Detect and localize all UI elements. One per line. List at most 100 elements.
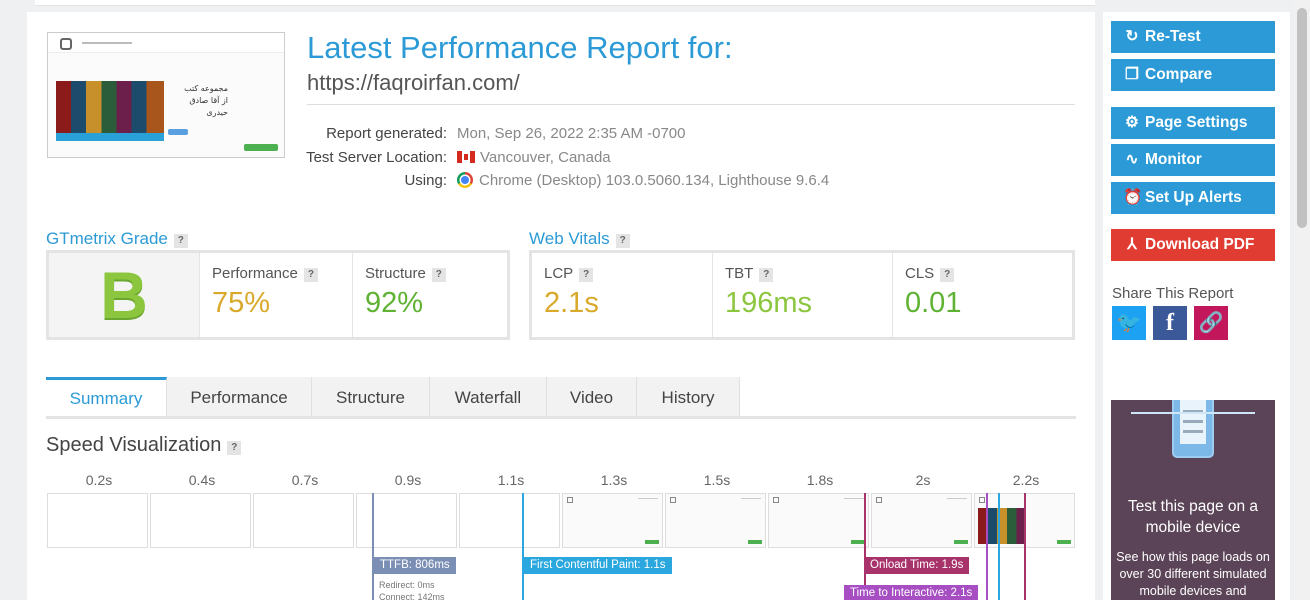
phone-screen-row xyxy=(1183,430,1203,433)
onload-marker-label: Onload Time: 1.9s xyxy=(864,557,970,574)
onload-marker-line xyxy=(864,493,866,600)
web-vitals-box: LCP? 2.1s TBT? 196ms CLS? 0.01 xyxy=(529,250,1075,340)
compare-button[interactable]: ❐ Compare xyxy=(1111,59,1275,91)
books-image xyxy=(56,81,164,139)
help-icon[interactable]: ? xyxy=(579,268,594,282)
ttfb-marker-line xyxy=(372,493,374,600)
timeline-tick: 1.5s xyxy=(703,472,731,488)
thumbnail-heading-line: از آقا صادق حیدری xyxy=(189,96,228,117)
timeline-tick: 0.7s xyxy=(291,472,319,488)
frame-badge xyxy=(954,540,968,544)
report-url[interactable]: https://faqroirfan.com/ xyxy=(307,70,520,96)
twitter-icon[interactable]: 🐦 xyxy=(1112,306,1146,340)
page-settings-button[interactable]: ⚙ Page Settings xyxy=(1111,107,1275,139)
button-label: Page Settings xyxy=(1145,114,1248,131)
meta-server-location: Test Server Location: Vancouver, Canada xyxy=(277,149,611,166)
timeline-tick: 0.4s xyxy=(188,472,216,488)
set-up-alerts-button[interactable]: ⏰ Set Up Alerts xyxy=(1111,182,1275,214)
timeline-tick: 1.3s xyxy=(600,472,628,488)
frame-badge xyxy=(851,540,865,544)
tab-history[interactable]: History xyxy=(637,377,740,416)
frame-logo-icon xyxy=(567,497,573,503)
filmstrip-frame[interactable] xyxy=(768,493,869,548)
interactive-marker-line xyxy=(986,493,988,600)
filmstrip-frame[interactable] xyxy=(871,493,972,548)
help-icon[interactable]: ? xyxy=(303,268,318,282)
meta-label: Report generated: xyxy=(326,125,447,142)
help-icon[interactable]: ? xyxy=(615,234,630,248)
frame-badge xyxy=(1057,540,1071,544)
frame-logo-icon xyxy=(670,497,676,503)
help-icon[interactable]: ? xyxy=(940,268,955,282)
link-icon[interactable]: 🔗 xyxy=(1194,306,1228,340)
download-pdf-button[interactable]: ⅄ Download PDF xyxy=(1111,229,1275,261)
gear-icon: ⚙ xyxy=(1125,114,1139,131)
tab-video[interactable]: Video xyxy=(547,377,637,416)
speed-visualization-title: Speed Visualization? xyxy=(46,434,242,457)
button-label: Compare xyxy=(1145,66,1213,83)
frame-badge xyxy=(645,540,659,544)
meta-label: Test Server Location: xyxy=(306,149,447,166)
phone-icon xyxy=(1172,400,1214,458)
structure-score: Structure? 92% xyxy=(352,253,507,337)
chrome-icon xyxy=(457,172,473,188)
help-icon[interactable]: ? xyxy=(227,441,242,455)
page-screenshot-thumbnail[interactable]: مجموعه کتب از آقا صادق حیدری xyxy=(47,32,285,158)
help-icon[interactable]: ? xyxy=(759,268,774,282)
monitor-button[interactable]: ∿ Monitor xyxy=(1111,144,1275,176)
filmstrip-frame[interactable] xyxy=(459,493,560,548)
metric-label-row: LCP? xyxy=(544,265,594,282)
tbt-metric: TBT? 196ms xyxy=(712,253,892,337)
pulse-icon: ∿ xyxy=(1125,151,1139,168)
thumbnail-heading: مجموعه کتب از آقا صادق حیدری xyxy=(168,83,228,119)
scrollbar-thumb[interactable] xyxy=(1297,8,1307,228)
scrollbar[interactable] xyxy=(1294,0,1310,600)
help-icon[interactable]: ? xyxy=(431,268,446,282)
filmstrip-frame[interactable] xyxy=(562,493,663,548)
ttfb-marker-label: TTFB: 806ms xyxy=(374,557,456,574)
canada-flag-icon xyxy=(457,151,475,163)
meta-using: Using: Chrome (Desktop) 103.0.5060.134, L… xyxy=(277,172,829,189)
fcp-marker-label: First Contentful Paint: 1.1s xyxy=(524,557,672,574)
gtmetrix-grade-box: B Performance? 75% Structure? 92% xyxy=(46,250,510,340)
metric-value: 75% xyxy=(212,287,271,319)
timeline-tick: 0.9s xyxy=(394,472,422,488)
metric-label: LCP xyxy=(544,265,574,282)
filmstrip-frame[interactable] xyxy=(665,493,766,548)
facebook-icon[interactable]: f xyxy=(1153,306,1187,340)
thumbnail-nav xyxy=(82,42,132,44)
tab-structure[interactable]: Structure xyxy=(312,377,430,416)
help-icon[interactable]: ? xyxy=(173,234,188,248)
tab-performance[interactable]: Performance xyxy=(167,377,312,416)
filmstrip-frame[interactable] xyxy=(47,493,148,548)
grade-letter-cell: B xyxy=(49,253,199,337)
tab-waterfall[interactable]: Waterfall xyxy=(430,377,547,416)
pdf-icon: ⅄ xyxy=(1127,236,1137,253)
promo-text: See how this page loads on over 30 diffe… xyxy=(1116,550,1270,598)
frame-logo-icon xyxy=(876,497,882,503)
report-tabs: Summary Performance Structure Waterfall … xyxy=(46,377,1076,419)
retest-button[interactable]: ↻ Re-Test xyxy=(1111,21,1275,53)
gtmetrix-grade-label: GTmetrix Grade xyxy=(46,229,168,248)
site-logo-icon xyxy=(60,38,72,50)
divider xyxy=(307,104,1075,105)
meta-value: Vancouver, Canada xyxy=(480,149,611,166)
filmstrip-frame[interactable] xyxy=(150,493,251,548)
frame-nav xyxy=(741,498,761,499)
metric-label-row: Structure? xyxy=(365,265,446,282)
metric-label: TBT xyxy=(725,265,754,282)
metric-label: CLS xyxy=(905,265,935,282)
metric-label-row: CLS? xyxy=(905,265,955,282)
lcp-metric: LCP? 2.1s xyxy=(532,253,712,337)
filmstrip-frame[interactable] xyxy=(253,493,354,548)
mobile-test-promo[interactable]: Test this page on a mobile device See ho… xyxy=(1111,400,1275,600)
share-title: Share This Report xyxy=(1112,285,1234,302)
cls-metric: CLS? 0.01 xyxy=(892,253,1072,337)
frame-nav xyxy=(947,498,967,499)
metric-value: 196ms xyxy=(725,287,813,319)
thumbnail-button xyxy=(168,129,188,135)
web-vitals-title: Web Vitals? xyxy=(529,229,630,249)
lcp-marker-line xyxy=(998,493,1000,600)
meta-report-generated: Report generated: Mon, Sep 26, 2022 2:35 … xyxy=(277,125,685,142)
tab-summary[interactable]: Summary xyxy=(46,377,167,416)
